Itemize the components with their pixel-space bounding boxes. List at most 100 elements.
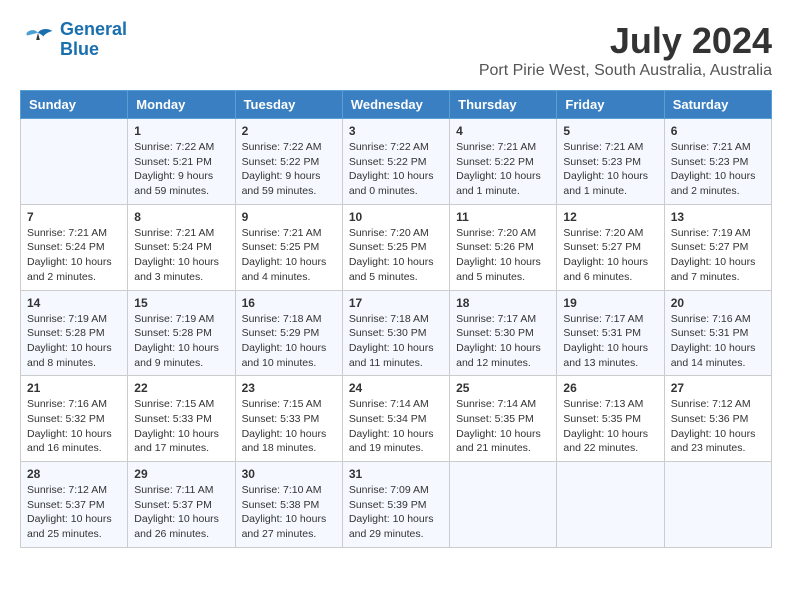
day-info: Sunrise: 7:10 AM Sunset: 5:38 PM Dayligh… [242,483,336,542]
title-block: July 2024 Port Pirie West, South Austral… [479,20,772,80]
logo-line2: Blue [60,40,127,60]
day-info: Sunrise: 7:16 AM Sunset: 5:32 PM Dayligh… [27,397,121,456]
calendar-cell: 18Sunrise: 7:17 AM Sunset: 5:30 PM Dayli… [450,290,557,376]
day-info: Sunrise: 7:20 AM Sunset: 5:26 PM Dayligh… [456,226,550,285]
day-info: Sunrise: 7:21 AM Sunset: 5:24 PM Dayligh… [134,226,228,285]
column-header-monday: Monday [128,91,235,119]
week-row-4: 21 Sunrise: 7:16 AM Sunset: 5:32 PM Dayli… [21,376,772,462]
calendar-cell: 20 Sunrise: 7:16 AM Sunset: 5:31 PM Dayli… [664,290,771,376]
day-info: Sunrise: 7:21 AM Sunset: 5:25 PM Dayligh… [242,226,336,285]
day-info: Sunrise: 7:14 AM Sunset: 5:34 PM Dayligh… [349,397,443,456]
location-title: Port Pirie West, South Australia, Austra… [479,62,772,80]
day-info: Sunrise: 7:22 AM Sunset: 5:21 PM Dayligh… [134,140,228,199]
column-header-friday: Friday [557,91,664,119]
calendar-cell: 11 Sunrise: 7:20 AM Sunset: 5:26 PM Dayli… [450,204,557,290]
calendar-cell: 21 Sunrise: 7:16 AM Sunset: 5:32 PM Dayli… [21,376,128,462]
calendar-cell: 26 Sunrise: 7:13 AM Sunset: 5:35 PM Dayli… [557,376,664,462]
day-number: 23 [242,381,336,395]
day-number: 13 [671,210,765,224]
calendar-cell: 16Sunrise: 7:18 AM Sunset: 5:29 PM Dayli… [235,290,342,376]
calendar-cell: 24 Sunrise: 7:14 AM Sunset: 5:34 PM Dayli… [342,376,449,462]
calendar-cell: 13 Sunrise: 7:19 AM Sunset: 5:27 PM Dayli… [664,204,771,290]
day-number: 3 [349,124,443,138]
day-info: Sunrise: 7:15 AM Sunset: 5:33 PM Dayligh… [134,397,228,456]
calendar-cell: 5 Sunrise: 7:21 AM Sunset: 5:23 PM Daylig… [557,119,664,205]
day-info: Sunrise: 7:16 AM Sunset: 5:31 PM Dayligh… [671,312,765,371]
day-info: Sunrise: 7:20 AM Sunset: 5:27 PM Dayligh… [563,226,657,285]
day-info: Sunrise: 7:19 AM Sunset: 5:27 PM Dayligh… [671,226,765,285]
calendar-cell [664,462,771,548]
day-number: 25 [456,381,550,395]
column-header-tuesday: Tuesday [235,91,342,119]
day-info: Sunrise: 7:21 AM Sunset: 5:22 PM Dayligh… [456,140,550,199]
calendar-cell [21,119,128,205]
calendar-cell: 2 Sunrise: 7:22 AM Sunset: 5:22 PM Daylig… [235,119,342,205]
day-number: 16 [242,296,336,310]
day-info: Sunrise: 7:12 AM Sunset: 5:37 PM Dayligh… [27,483,121,542]
week-row-3: 14 Sunrise: 7:19 AM Sunset: 5:28 PM Dayli… [21,290,772,376]
day-info: Sunrise: 7:22 AM Sunset: 5:22 PM Dayligh… [349,140,443,199]
day-number: 24 [349,381,443,395]
calendar-cell: 31Sunrise: 7:09 AM Sunset: 5:39 PM Dayli… [342,462,449,548]
day-number: 28 [27,467,121,481]
calendar-cell: 7Sunrise: 7:21 AM Sunset: 5:24 PM Daylig… [21,204,128,290]
day-number: 11 [456,210,550,224]
day-info: Sunrise: 7:17 AM Sunset: 5:31 PM Dayligh… [563,312,657,371]
calendar-cell: 9 Sunrise: 7:21 AM Sunset: 5:25 PM Daylig… [235,204,342,290]
day-info: Sunrise: 7:18 AM Sunset: 5:30 PM Dayligh… [349,312,443,371]
column-header-saturday: Saturday [664,91,771,119]
calendar-cell: 12 Sunrise: 7:20 AM Sunset: 5:27 PM Dayli… [557,204,664,290]
day-number: 5 [563,124,657,138]
day-number: 9 [242,210,336,224]
calendar-cell: 17 Sunrise: 7:18 AM Sunset: 5:30 PM Dayli… [342,290,449,376]
calendar-cell [557,462,664,548]
week-row-1: 1 Sunrise: 7:22 AM Sunset: 5:21 PM Daylig… [21,119,772,205]
day-number: 30 [242,467,336,481]
day-info: Sunrise: 7:13 AM Sunset: 5:35 PM Dayligh… [563,397,657,456]
day-info: Sunrise: 7:21 AM Sunset: 5:23 PM Dayligh… [563,140,657,199]
day-number: 2 [242,124,336,138]
day-number: 18 [456,296,550,310]
day-number: 1 [134,124,228,138]
page-header: General Blue July 2024 Port Pirie West, … [20,20,772,80]
calendar-cell: 15Sunrise: 7:19 AM Sunset: 5:28 PM Dayli… [128,290,235,376]
week-row-5: 28 Sunrise: 7:12 AM Sunset: 5:37 PM Dayli… [21,462,772,548]
logo-bird-icon [20,25,56,55]
calendar-cell: 25 Sunrise: 7:14 AM Sunset: 5:35 PM Dayli… [450,376,557,462]
logo: General Blue [20,20,127,60]
logo-text: General Blue [60,20,127,60]
day-number: 21 [27,381,121,395]
day-number: 19 [563,296,657,310]
calendar-cell: 23 Sunrise: 7:15 AM Sunset: 5:33 PM Dayli… [235,376,342,462]
calendar-cell: 10 Sunrise: 7:20 AM Sunset: 5:25 PM Dayli… [342,204,449,290]
day-number: 10 [349,210,443,224]
calendar-cell: 29Sunrise: 7:11 AM Sunset: 5:37 PM Dayli… [128,462,235,548]
day-number: 27 [671,381,765,395]
day-info: Sunrise: 7:14 AM Sunset: 5:35 PM Dayligh… [456,397,550,456]
calendar-table: SundayMondayTuesdayWednesdayThursdayFrid… [20,90,772,548]
day-number: 17 [349,296,443,310]
day-number: 7 [27,210,121,224]
logo-line1: General [60,19,127,39]
column-header-thursday: Thursday [450,91,557,119]
column-header-sunday: Sunday [21,91,128,119]
day-info: Sunrise: 7:15 AM Sunset: 5:33 PM Dayligh… [242,397,336,456]
calendar-cell: 28 Sunrise: 7:12 AM Sunset: 5:37 PM Dayli… [21,462,128,548]
day-number: 14 [27,296,121,310]
day-info: Sunrise: 7:12 AM Sunset: 5:36 PM Dayligh… [671,397,765,456]
day-number: 22 [134,381,228,395]
day-info: Sunrise: 7:20 AM Sunset: 5:25 PM Dayligh… [349,226,443,285]
calendar-cell: 3 Sunrise: 7:22 AM Sunset: 5:22 PM Daylig… [342,119,449,205]
month-title: July 2024 [479,20,772,62]
day-number: 6 [671,124,765,138]
day-number: 8 [134,210,228,224]
calendar-cell: 1 Sunrise: 7:22 AM Sunset: 5:21 PM Daylig… [128,119,235,205]
calendar-cell: 19 Sunrise: 7:17 AM Sunset: 5:31 PM Dayli… [557,290,664,376]
day-number: 20 [671,296,765,310]
day-number: 26 [563,381,657,395]
day-number: 4 [456,124,550,138]
day-number: 12 [563,210,657,224]
day-info: Sunrise: 7:19 AM Sunset: 5:28 PM Dayligh… [27,312,121,371]
calendar-cell: 27 Sunrise: 7:12 AM Sunset: 5:36 PM Dayli… [664,376,771,462]
day-info: Sunrise: 7:22 AM Sunset: 5:22 PM Dayligh… [242,140,336,199]
